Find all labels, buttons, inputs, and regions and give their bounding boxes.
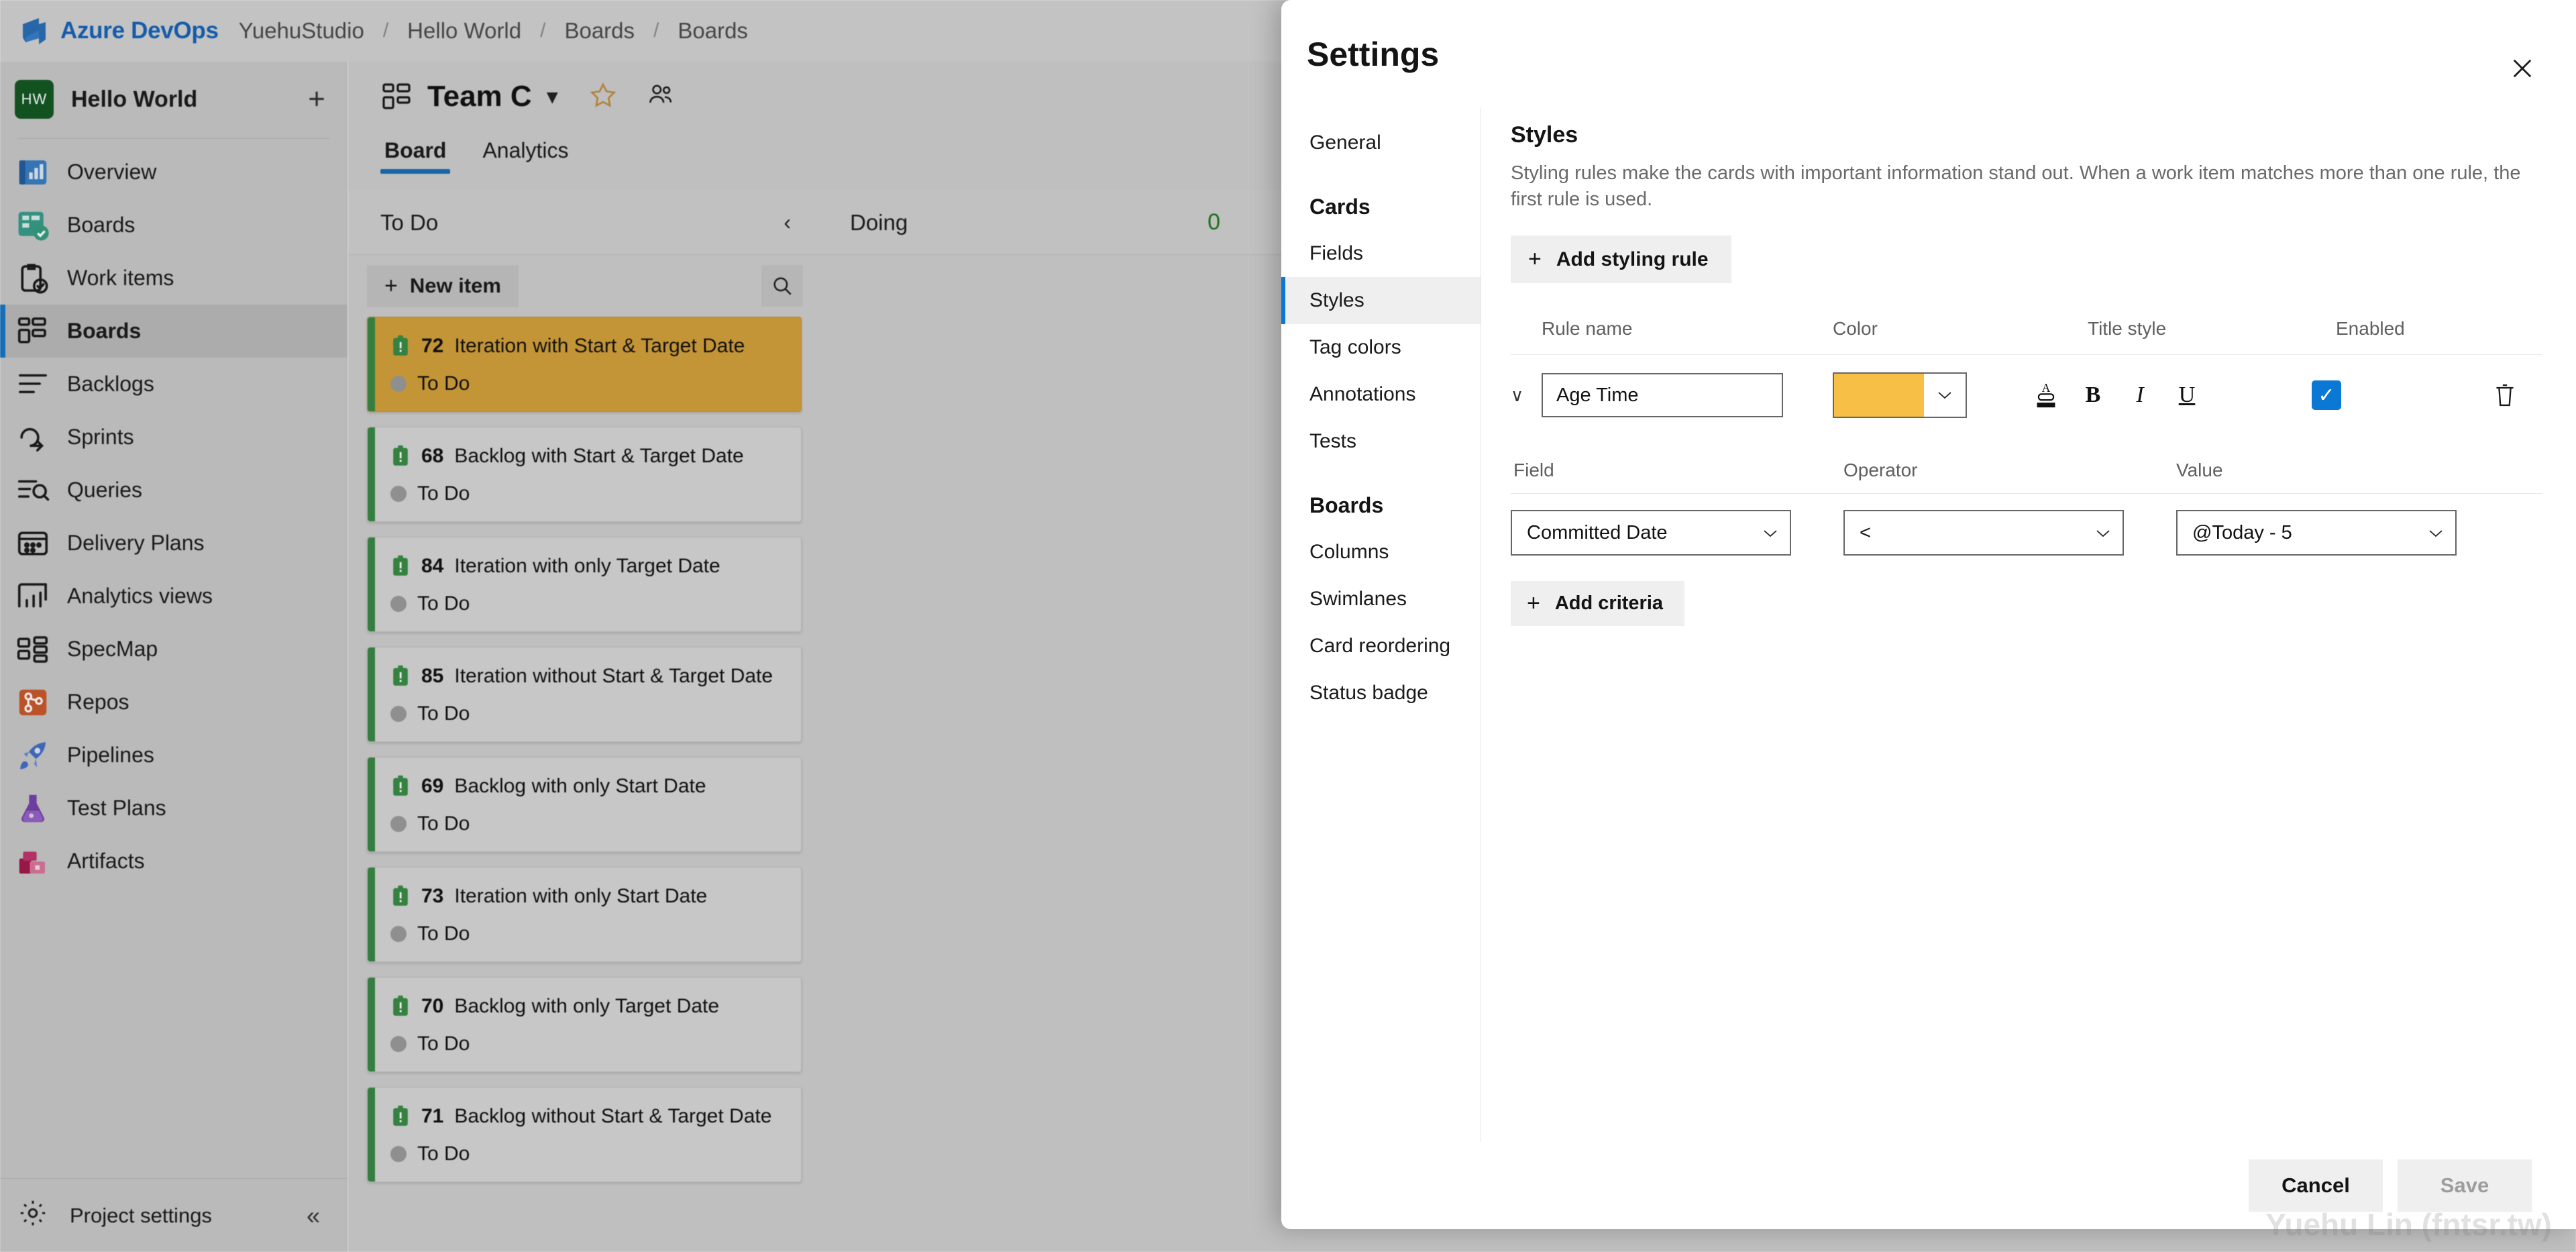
- dialog-nav-item-status-badge[interactable]: Status badge: [1281, 670, 1481, 717]
- dialog-nav-item-general[interactable]: General: [1281, 119, 1481, 166]
- settings-dialog: Settings General Cards Fields Styles Tag col…: [1281, 0, 2576, 1229]
- chevron-down-icon: [2094, 523, 2112, 543]
- styles-settings-panel: Styles Styling rules make the cards with…: [1481, 107, 2576, 1142]
- save-button[interactable]: Save: [2398, 1159, 2532, 1212]
- color-swatch: [1834, 374, 1924, 417]
- operator-value: <: [1860, 521, 1871, 543]
- font-color-icon[interactable]: A: [2031, 378, 2061, 413]
- header-rule-name: Rule name: [1542, 318, 1633, 340]
- add-criteria-button[interactable]: + Add criteria: [1511, 581, 1685, 627]
- chevron-down-icon: [1762, 523, 1779, 543]
- chevron-down-icon[interactable]: [1924, 374, 1966, 417]
- header-operator: Operator: [1843, 460, 1918, 481]
- header-field: Field: [1513, 460, 1554, 481]
- value-dropdown[interactable]: @Today - 5: [2176, 510, 2457, 556]
- add-criteria-label: Add criteria: [1554, 592, 1664, 615]
- rule-grid-header: Rule name Color Title style Enabled: [1511, 318, 2542, 356]
- dialog-nav-item-annotations[interactable]: Annotations: [1281, 371, 1481, 418]
- rule-name-input[interactable]: [1542, 373, 1783, 418]
- dialog-nav-item-swimlanes[interactable]: Swimlanes: [1281, 576, 1481, 623]
- dialog-title: Settings: [1307, 36, 1440, 73]
- header-title-style: Title style: [2088, 318, 2167, 340]
- dialog-nav-item-tests[interactable]: Tests: [1281, 418, 1481, 465]
- italic-button[interactable]: I: [2125, 378, 2155, 413]
- rule-enabled-checkbox[interactable]: ✓: [2312, 380, 2341, 411]
- watermark: Yuehu Lin (fntsr.tw): [2265, 1207, 2552, 1242]
- bold-button[interactable]: B: [2078, 378, 2108, 413]
- add-styling-rule-label: Add styling rule: [1556, 248, 1709, 270]
- rule-color-picker[interactable]: [1833, 372, 1967, 419]
- underline-button[interactable]: U: [2172, 378, 2202, 413]
- criteria-value: @Today - 5: [2192, 521, 2292, 543]
- add-styling-rule-button[interactable]: + Add styling rule: [1511, 236, 1731, 284]
- criteria-grid-header: Field Operator Value: [1511, 460, 2542, 494]
- dialog-header: Settings: [1281, 0, 2576, 107]
- modal-overlay: Settings General Cards Fields Styles Tag col…: [0, 0, 2576, 1252]
- close-icon[interactable]: [2504, 50, 2541, 87]
- cancel-button[interactable]: Cancel: [2249, 1159, 2383, 1212]
- header-value: Value: [2176, 460, 2223, 481]
- header-enabled: Enabled: [2336, 318, 2405, 340]
- chevron-down-icon: [2427, 523, 2445, 543]
- dialog-nav-item-columns[interactable]: Columns: [1281, 529, 1481, 576]
- dialog-nav-group-cards: Cards: [1309, 195, 1371, 219]
- plus-icon: +: [1528, 246, 1542, 272]
- styling-rule-row: ∨ Age Time A B I U ✓: [1511, 372, 2542, 419]
- plus-icon: +: [1527, 590, 1540, 617]
- expand-rule-chevron-down-icon[interactable]: ∨: [1511, 385, 1542, 406]
- dialog-settings-nav: General Cards Fields Styles Tag colors Annota…: [1281, 107, 1481, 1142]
- dialog-nav-item-card-reordering[interactable]: Card reordering: [1281, 623, 1481, 670]
- field-dropdown[interactable]: Committed Date: [1511, 510, 1791, 556]
- dialog-nav-item-tag-colors[interactable]: Tag colors: [1281, 324, 1481, 371]
- title-style-toolbar: A B I U: [2031, 378, 2202, 413]
- field-value: Committed Date: [1527, 521, 1668, 543]
- dialog-nav-item-fields[interactable]: Fields: [1281, 230, 1481, 277]
- criteria-row: Committed Date < @Today - 5: [1511, 510, 2542, 556]
- dialog-nav-item-styles[interactable]: Styles: [1281, 277, 1481, 324]
- delete-rule-trash-icon[interactable]: [2489, 379, 2521, 411]
- header-color: Color: [1833, 318, 1878, 340]
- styles-description: Styling rules make the cards with import…: [1511, 162, 2521, 211]
- styles-heading: Styles: [1511, 122, 1578, 148]
- dialog-nav-group-boards: Boards: [1309, 493, 1384, 517]
- svg-text:A: A: [2042, 382, 2051, 395]
- dialog-body: General Cards Fields Styles Tag colors Annota…: [1281, 107, 2576, 1142]
- operator-dropdown[interactable]: <: [1843, 510, 2124, 556]
